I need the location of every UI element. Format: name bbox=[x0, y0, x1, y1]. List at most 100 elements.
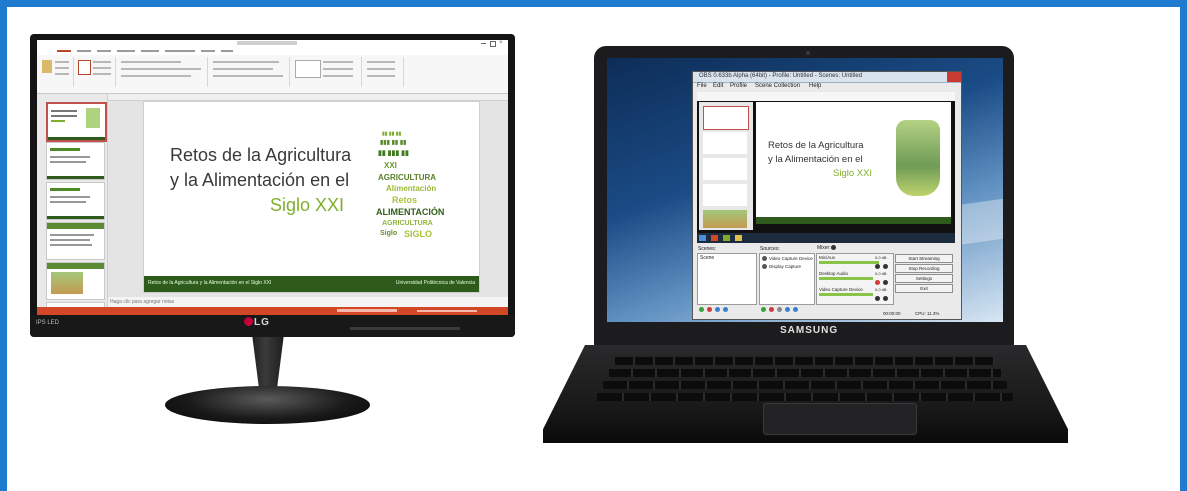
eye-icon[interactable] bbox=[762, 264, 767, 269]
view-buttons[interactable] bbox=[337, 309, 397, 312]
keyboard-row-1[interactable] bbox=[615, 357, 995, 366]
gear-icon[interactable] bbox=[883, 264, 888, 269]
keyboard-row-3[interactable] bbox=[603, 381, 1007, 390]
scenes-list[interactable]: Scene bbox=[697, 253, 757, 305]
gear-icon[interactable] bbox=[831, 245, 836, 250]
exit-button[interactable]: Exit bbox=[895, 284, 953, 293]
slide-footer-right: Universidad Politécnica de Valencia bbox=[395, 280, 475, 286]
menu-profile[interactable]: Profile bbox=[730, 83, 747, 89]
ribbon-tabs[interactable] bbox=[37, 48, 508, 55]
obs-window[interactable]: OBS 0.633b Alpha (64bit) - Profile: Unti… bbox=[692, 71, 962, 320]
tab-design[interactable] bbox=[97, 50, 111, 52]
close-icon[interactable] bbox=[947, 72, 961, 82]
menu-scene-collection[interactable]: Scene Collection bbox=[755, 83, 800, 89]
paragraph-group[interactable] bbox=[209, 57, 290, 87]
slide-thumbnail-1[interactable] bbox=[46, 102, 107, 142]
speaker-icon[interactable] bbox=[875, 296, 880, 301]
mixer-db: 0.0 dB bbox=[875, 255, 887, 260]
monitor-buttons[interactable] bbox=[350, 327, 460, 330]
eye-icon[interactable] bbox=[762, 256, 767, 261]
webcam-icon bbox=[806, 51, 810, 55]
source-item[interactable]: Display Capture bbox=[769, 264, 801, 269]
slide-title-line-2: y la Alimentación en el bbox=[170, 170, 350, 190]
laptop-touchpad[interactable] bbox=[763, 403, 917, 435]
stop-recording-button[interactable]: Stop Recording bbox=[895, 264, 953, 273]
move-source-down-icon[interactable] bbox=[793, 307, 798, 312]
preview-thumbnails bbox=[699, 102, 753, 230]
mixer-db: 0.0 dB bbox=[875, 271, 887, 276]
clipboard-group[interactable] bbox=[39, 57, 74, 87]
slides-group[interactable] bbox=[75, 57, 116, 87]
gear-icon[interactable] bbox=[883, 280, 888, 285]
muted-speaker-icon[interactable] bbox=[875, 280, 880, 285]
audio-mixer[interactable]: Mic/Aux 0.0 dB Desktop Audio 0.0 dB Vide… bbox=[816, 253, 894, 305]
drawing-group[interactable] bbox=[291, 57, 362, 87]
new-slide-icon[interactable] bbox=[78, 60, 91, 75]
zoom-slider[interactable] bbox=[417, 310, 477, 312]
keyboard-row-2[interactable] bbox=[609, 369, 1001, 378]
slide-thumbnail-2[interactable] bbox=[46, 142, 105, 180]
status-time: 00:00:00 bbox=[883, 311, 901, 316]
obs-window-title: OBS 0.633b Alpha (64bit) - Profile: Unti… bbox=[699, 73, 863, 79]
move-scene-up-icon[interactable] bbox=[715, 307, 720, 312]
samsung-brand-label: SAMSUNG bbox=[780, 325, 839, 336]
map-thumb-image bbox=[51, 272, 83, 294]
slide-thumbnail-3[interactable] bbox=[46, 182, 105, 220]
obs-title-bar[interactable]: OBS 0.633b Alpha (64bit) - Profile: Unti… bbox=[693, 72, 961, 83]
lg-monitor-screen: × Haga clic para agregar notas Retos de … bbox=[37, 40, 508, 315]
window-controls[interactable]: × bbox=[481, 40, 505, 47]
notes-pane[interactable]: Haga clic para agregar notas bbox=[108, 297, 508, 307]
tab-review[interactable] bbox=[201, 50, 215, 52]
preview-hand-image bbox=[896, 120, 940, 196]
preview-slide-footer bbox=[756, 217, 951, 224]
gear-icon[interactable] bbox=[883, 296, 888, 301]
maximize-icon[interactable] bbox=[490, 41, 496, 47]
move-scene-down-icon[interactable] bbox=[723, 307, 728, 312]
add-source-icon[interactable] bbox=[761, 307, 766, 312]
mixer-channel-label: Mic/Aux bbox=[819, 255, 836, 260]
remove-source-icon[interactable] bbox=[769, 307, 774, 312]
preview-taskbar bbox=[697, 233, 955, 243]
preview-slide: Retos de la Agricultura y la Alimentació… bbox=[756, 102, 951, 217]
tab-transitions[interactable] bbox=[117, 50, 135, 52]
font-group[interactable] bbox=[117, 57, 208, 87]
slide-thumbnail-4[interactable] bbox=[46, 222, 105, 260]
paste-icon[interactable] bbox=[42, 60, 52, 73]
powerpoint-status-bar bbox=[37, 307, 508, 315]
shapes-gallery[interactable] bbox=[295, 60, 321, 78]
tab-animations[interactable] bbox=[141, 50, 159, 52]
slide-thumbnails-pane[interactable] bbox=[37, 94, 108, 309]
obs-menu-bar: File Edit Profile Scene Collection Help bbox=[693, 83, 961, 91]
slide-footer-left: Retos de la Agricultura y la Alimentació… bbox=[148, 280, 272, 286]
horizontal-ruler bbox=[108, 94, 508, 101]
tab-insert[interactable] bbox=[77, 50, 91, 52]
move-source-up-icon[interactable] bbox=[785, 307, 790, 312]
source-properties-icon[interactable] bbox=[777, 307, 782, 312]
start-streaming-button[interactable]: Start Streaming bbox=[895, 254, 953, 263]
word-cloud-hand-image: ▮▮ ▮▮ ▮▮ ▮▮▮ ▮▮ ▮▮ ▮▮ ▮▮▮ ▮▮ XXI AGRICUL… bbox=[376, 131, 445, 239]
lg-logo-icon bbox=[244, 317, 253, 326]
menu-edit[interactable]: Edit bbox=[713, 83, 723, 89]
minimize-icon[interactable] bbox=[481, 43, 486, 44]
remove-scene-icon[interactable] bbox=[707, 307, 712, 312]
preview-title-line-2: y la Alimentación en el bbox=[768, 154, 863, 165]
tab-slide-show[interactable] bbox=[165, 50, 195, 52]
settings-button[interactable]: Settings bbox=[895, 274, 953, 283]
volume-meter bbox=[819, 261, 879, 264]
slide-thumbnail-5[interactable] bbox=[46, 262, 105, 300]
speaker-icon[interactable] bbox=[875, 264, 880, 269]
menu-file[interactable]: File bbox=[697, 83, 707, 89]
tab-view[interactable] bbox=[221, 50, 233, 52]
tab-home[interactable] bbox=[57, 50, 71, 52]
editing-group[interactable] bbox=[363, 57, 404, 87]
keyboard-row-4[interactable] bbox=[597, 393, 1013, 402]
close-icon[interactable]: × bbox=[499, 40, 503, 46]
preview-title-line-3: Siglo XXI bbox=[833, 168, 873, 179]
scene-item[interactable]: Scene bbox=[700, 255, 714, 261]
current-slide[interactable]: Retos de la Agricultura y la Alimentació… bbox=[144, 102, 479, 292]
menu-help[interactable]: Help bbox=[809, 83, 821, 89]
slide-footer-bar: Retos de la Agricultura y la Alimentació… bbox=[144, 276, 479, 292]
source-item[interactable]: Video Capture Device bbox=[769, 256, 813, 261]
add-scene-icon[interactable] bbox=[699, 307, 704, 312]
sources-list[interactable]: Video Capture Device Display Capture bbox=[759, 253, 815, 305]
